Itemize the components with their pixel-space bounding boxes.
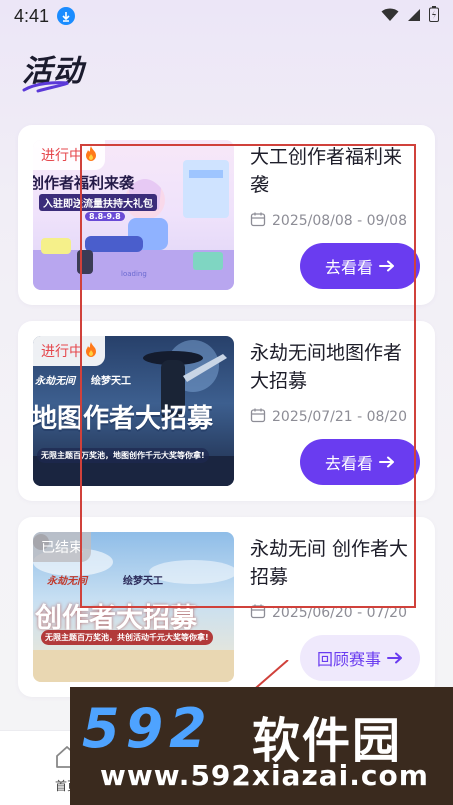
status-badge: 进行中: [33, 336, 105, 366]
activity-card[interactable]: 永劫无间 绘梦天工 创作者大招募 无限主题百万奖池，共创活动千元大奖等你拿! 已…: [18, 517, 435, 697]
activity-date-range: 2025/07/21 - 08/20: [272, 409, 407, 425]
status-bar: 4:41: [0, 0, 453, 32]
thumbnail-brand-right: 绘梦天工: [123, 576, 163, 587]
battery-icon: [429, 6, 439, 27]
status-badge-label: 进行中: [41, 344, 83, 360]
fire-icon: [85, 341, 97, 361]
activity-date: 2025/07/21 - 08/20: [250, 407, 407, 427]
fire-icon: [85, 145, 97, 165]
activity-card[interactable]: 永劫无间 绘梦天工 地图作者大招募 无限主题百万奖池，地图创作千元大奖等你拿! …: [18, 321, 435, 501]
review-event-label: 回顾赛事: [316, 650, 381, 669]
thumbnail-subline: 无限主题百万奖池，地图创作千元大奖等你拿!: [37, 448, 209, 463]
activity-thumbnail: 永劫无间 绘梦天工 创作者大招募 无限主题百万奖池，共创活动千元大奖等你拿! 已…: [33, 532, 234, 682]
view-activity-label: 去看看: [324, 454, 373, 473]
activity-date: 2025/06/20 - 07/20: [250, 603, 407, 623]
watermark-logo: 592: [82, 697, 213, 760]
thumbnail-headline: 地图作者大招募: [33, 404, 214, 434]
activity-title: 永劫无间地图作者大招募: [250, 342, 403, 392]
activity-thumbnail: 创作者福利来袭 入驻即送流量扶持大礼包 8.8-9.8 loading 进行中: [33, 140, 234, 290]
thumbnail-headline: 创作者福利来袭: [33, 174, 135, 192]
calendar-icon: [250, 211, 266, 231]
thumbnail-date: 8.8-9.8: [85, 212, 125, 221]
status-badge: 进行中: [33, 140, 105, 170]
calendar-icon: [250, 407, 266, 427]
thumbnail-brand-left: 永劫无间: [47, 576, 87, 587]
activity-title: 大工创作者福利来袭: [250, 146, 403, 196]
activity-date-range: 2025/06/20 - 07/20: [272, 605, 407, 621]
review-event-button[interactable]: 回顾赛事: [300, 635, 420, 681]
thumbnail-subline: 无限主题百万奖池，共创活动千元大奖等你拿!: [41, 630, 213, 645]
status-badge-label: 进行中: [41, 148, 83, 164]
arrow-right-icon: [379, 453, 395, 472]
view-activity-button[interactable]: 去看看: [300, 243, 420, 289]
activity-card[interactable]: 创作者福利来袭 入驻即送流量扶持大礼包 8.8-9.8 loading 进行中 …: [18, 125, 435, 305]
activity-title: 永劫无间 创作者大招募: [250, 538, 409, 588]
status-badge-label: 已结束: [41, 540, 83, 556]
title-underline: [22, 81, 69, 93]
signal-icon: [407, 7, 421, 27]
thumbnail-subline: 入驻即送流量扶持大礼包: [39, 194, 157, 211]
wifi-icon: [381, 7, 399, 27]
view-activity-label: 去看看: [324, 258, 373, 277]
activity-date-range: 2025/08/08 - 09/08: [272, 213, 407, 229]
calendar-icon: [250, 603, 266, 623]
activity-date: 2025/08/08 - 09/08: [250, 211, 407, 231]
download-icon: [57, 7, 76, 25]
arrow-right-icon: [379, 257, 395, 276]
thumbnail-brand-right: 绘梦天工: [91, 376, 131, 387]
arrow-right-icon: [387, 649, 403, 668]
watermark-banner: 592 软件园 www.592xiazai.com: [70, 687, 453, 805]
watermark-url: www.592xiazai.com: [100, 759, 429, 792]
activity-thumbnail: 永劫无间 绘梦天工 地图作者大招募 无限主题百万奖池，地图创作千元大奖等你拿! …: [33, 336, 234, 486]
status-badge: 已结束: [33, 532, 91, 562]
thumbnail-brand-left: 永劫无间: [35, 376, 75, 387]
view-activity-button[interactable]: 去看看: [300, 439, 420, 485]
thumbnail-loading: loading: [121, 270, 147, 278]
status-time: 4:41: [14, 5, 50, 26]
